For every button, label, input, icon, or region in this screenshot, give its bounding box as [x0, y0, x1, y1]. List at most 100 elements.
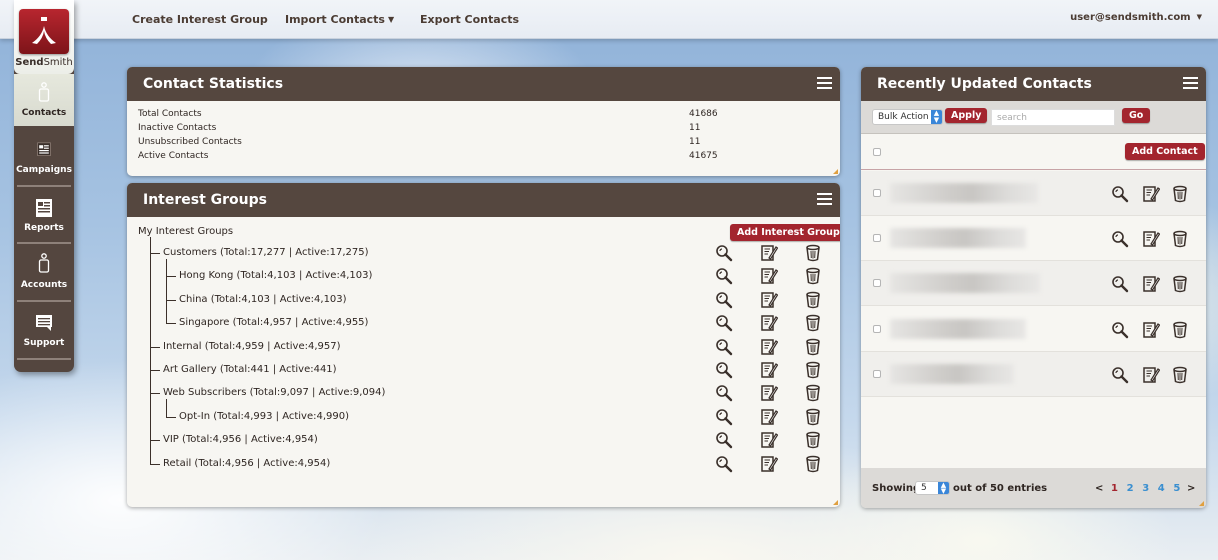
resize-handle[interactable] — [1199, 501, 1204, 506]
delete-icon[interactable] — [804, 267, 822, 285]
interest-group-item[interactable]: VIP (Total:4,956 | Active:4,954) — [163, 434, 318, 445]
row-checkbox[interactable] — [873, 189, 881, 197]
contact-name-redacted[interactable] — [890, 183, 1038, 203]
edit-icon[interactable] — [1142, 321, 1161, 339]
view-icon[interactable] — [715, 408, 733, 426]
search-input[interactable] — [991, 109, 1115, 126]
row-checkbox[interactable] — [873, 279, 881, 288]
edit-icon[interactable] — [760, 291, 779, 309]
view-icon[interactable] — [715, 267, 733, 285]
view-icon[interactable] — [1111, 230, 1129, 248]
view-icon[interactable] — [715, 291, 733, 309]
interest-group-item[interactable]: Internal (Total:4,959 | Active:4,957) — [163, 341, 341, 352]
interest-group-item[interactable]: Retail (Total:4,956 | Active:4,954) — [163, 458, 330, 469]
edit-icon[interactable] — [760, 455, 779, 473]
view-icon[interactable] — [715, 244, 733, 262]
sidebar-item-reports[interactable]: Reports — [14, 186, 74, 242]
edit-icon[interactable] — [1142, 185, 1161, 203]
edit-icon[interactable] — [760, 361, 779, 379]
apply-button[interactable]: Apply — [945, 108, 988, 123]
row-checkbox[interactable] — [873, 369, 881, 378]
edit-icon[interactable] — [760, 314, 779, 332]
page-link[interactable]: 1 — [1111, 483, 1118, 494]
sidebar-item-accounts[interactable]: Accounts — [14, 243, 74, 299]
add-contact-button[interactable]: Add Contact — [1125, 143, 1205, 160]
interest-group-item[interactable]: China (Total:4,103 | Active:4,103) — [179, 294, 347, 305]
view-icon[interactable] — [715, 384, 733, 402]
interest-group-item[interactable]: Art Gallery (Total:441 | Active:441) — [163, 364, 337, 375]
contact-name-redacted[interactable] — [890, 228, 1026, 249]
view-icon[interactable] — [1111, 275, 1129, 293]
resize-handle[interactable] — [833, 500, 838, 505]
hamburger-menu-icon[interactable] — [817, 193, 832, 206]
edit-icon[interactable] — [760, 431, 779, 449]
contact-name-redacted[interactable] — [890, 363, 1014, 384]
user-menu[interactable]: user@sendsmith.com ▼ — [1070, 12, 1202, 23]
row-checkbox[interactable] — [873, 324, 881, 333]
edit-icon[interactable] — [1142, 366, 1161, 384]
showing-label: Showing — [872, 483, 921, 494]
view-icon[interactable] — [1111, 185, 1129, 203]
sidebar-item-contacts[interactable]: Contacts — [14, 74, 74, 126]
view-icon[interactable] — [715, 361, 733, 379]
contact-name-redacted[interactable] — [890, 318, 1026, 339]
interest-group-item[interactable]: Customers (Total:17,277 | Active:17,275) — [163, 247, 369, 258]
sidebar-item-campaigns[interactable]: Campaigns — [14, 128, 74, 184]
row-checkbox[interactable] — [873, 234, 881, 243]
create-interest-group-link[interactable]: Create Interest Group — [132, 13, 268, 26]
interest-group-item[interactable]: Hong Kong (Total:4,103 | Active:4,103) — [179, 270, 372, 281]
view-icon[interactable] — [715, 338, 733, 356]
delete-icon[interactable] — [1171, 366, 1189, 384]
view-icon[interactable] — [1111, 321, 1129, 339]
edit-icon[interactable] — [760, 244, 779, 262]
delete-icon[interactable] — [1171, 185, 1189, 203]
edit-icon[interactable] — [1142, 275, 1161, 293]
delete-icon[interactable] — [804, 314, 822, 332]
resize-handle[interactable] — [833, 169, 838, 174]
edit-icon[interactable] — [760, 408, 779, 426]
view-icon[interactable] — [715, 314, 733, 332]
go-button[interactable]: Go — [1122, 108, 1151, 123]
divider — [17, 358, 71, 360]
interest-group-item[interactable]: Singapore (Total:4,957 | Active:4,955) — [179, 317, 368, 328]
view-icon[interactable] — [715, 431, 733, 449]
logo[interactable]: SendSmith — [14, 0, 74, 74]
delete-icon[interactable] — [804, 244, 822, 262]
view-icon[interactable] — [715, 455, 733, 473]
page-link[interactable]: 2 — [1127, 483, 1134, 494]
select-all-checkbox[interactable] — [873, 148, 881, 156]
delete-icon[interactable] — [804, 408, 822, 426]
contact-name-redacted[interactable] — [890, 273, 1040, 294]
interest-group-item[interactable]: Opt-In (Total:4,993 | Active:4,990) — [179, 411, 349, 422]
pager-next[interactable]: > — [1187, 483, 1195, 494]
import-contacts-dropdown[interactable]: Import Contacts ▼ — [285, 13, 394, 26]
page-size-select[interactable]: 5 ▲ ▼ — [915, 481, 950, 495]
view-icon[interactable] — [1111, 366, 1129, 384]
edit-icon[interactable] — [760, 267, 779, 285]
pager-prev[interactable]: < — [1095, 483, 1103, 494]
export-contacts-link[interactable]: Export Contacts — [420, 13, 519, 26]
page-link[interactable]: 4 — [1158, 483, 1165, 494]
hamburger-menu-icon[interactable] — [1183, 77, 1198, 90]
delete-icon[interactable] — [1171, 321, 1189, 339]
hamburger-menu-icon[interactable] — [817, 77, 832, 90]
add-interest-group-button[interactable]: Add Interest Group — [730, 224, 840, 241]
edit-icon[interactable] — [1142, 230, 1161, 248]
delete-icon[interactable] — [804, 361, 822, 379]
edit-icon[interactable] — [760, 384, 779, 402]
caret-down-icon: ▼ — [387, 15, 395, 24]
delete-icon[interactable] — [804, 291, 822, 309]
delete-icon[interactable] — [1171, 275, 1189, 293]
page-link[interactable]: 5 — [1173, 483, 1180, 494]
page-link[interactable]: 3 — [1142, 483, 1149, 494]
delete-icon[interactable] — [804, 455, 822, 473]
delete-icon[interactable] — [804, 384, 822, 402]
interest-group-item[interactable]: Web Subscribers (Total:9,097 | Active:9,… — [163, 387, 385, 398]
delete-icon[interactable] — [804, 338, 822, 356]
delete-icon[interactable] — [804, 431, 822, 449]
sidebar-item-support[interactable]: Support — [14, 301, 74, 357]
bulk-action-select[interactable]: Bulk Action ▲ ▼ — [872, 109, 943, 125]
delete-icon[interactable] — [1171, 230, 1189, 248]
tree-connector — [166, 299, 176, 301]
edit-icon[interactable] — [760, 338, 779, 356]
